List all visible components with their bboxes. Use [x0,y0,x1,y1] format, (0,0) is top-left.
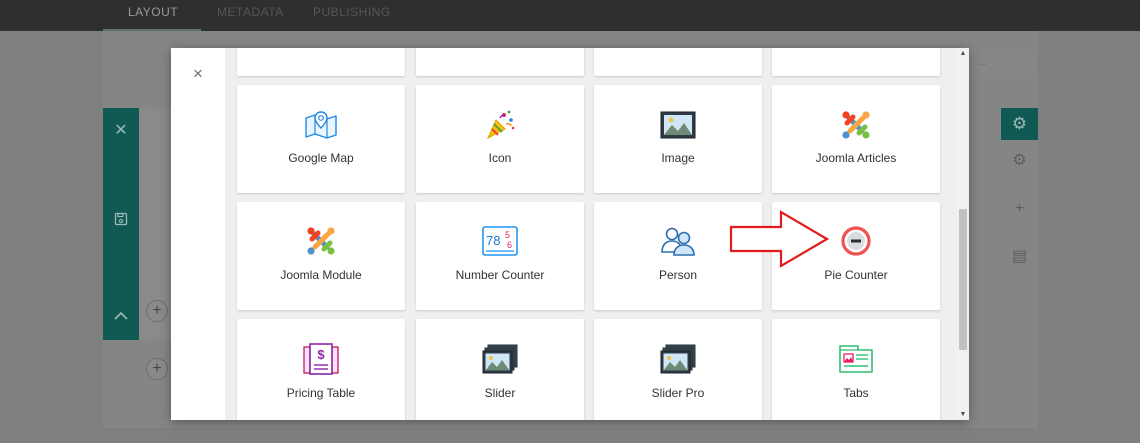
pricing-table-icon: $ [237,341,405,377]
counter-digits-c: 6 [507,240,512,250]
addon-card-number-counter[interactable]: 78 5 6 Number Counter [416,202,584,310]
addon-label: Google Map [288,151,354,165]
tab-publishing[interactable]: PUBLISHING [313,5,391,19]
addon-label: Tabs [843,386,869,400]
addon-label: Image [661,151,695,165]
joomla-icon [772,107,940,143]
plus-icon[interactable]: + [1001,200,1038,218]
section-toolbar: ✕ [103,108,139,340]
google-map-icon [237,107,405,143]
close-icon[interactable]: ✕ [103,120,139,140]
addon-card-google-map[interactable]: Google Map [237,85,405,193]
addon-label: Number Counter [455,268,545,282]
addon-card-joomla-articles[interactable]: Joomla Articles [772,85,940,193]
addon-card-partial[interactable] [772,48,940,76]
joomla-icon [237,223,405,259]
addon-label: Slider [484,386,516,400]
number-counter-icon: 78 5 6 [416,223,584,259]
addon-card-joomla-module[interactable]: Joomla Module [237,202,405,310]
counter-digits-a: 78 [486,233,500,248]
party-popper-icon [416,107,584,143]
image-icon [594,107,762,143]
addon-card-partial[interactable] [237,48,405,76]
tab-metadata[interactable]: METADATA [217,5,284,19]
addon-card-partial[interactable] [416,48,584,76]
addon-card-pricing-table[interactable]: $ Pricing Table [237,319,405,420]
addon-grid: Google Map Icon Image Joomla Articles Jo… [225,48,957,420]
addon-card-image[interactable]: Image [594,85,762,193]
counter-digits-b: 5 [505,230,510,240]
top-tab-bar: LAYOUT METADATA PUBLISHING [0,0,1140,31]
background-control: → [968,50,1038,76]
tab-layout[interactable]: LAYOUT [128,5,178,19]
modal-scrollbar[interactable]: ▲ ▼ [957,48,969,420]
addon-card-slider-pro[interactable]: Slider Pro [594,319,762,420]
gear-icon[interactable]: ⚙ [1001,150,1038,170]
chevron-up-icon[interactable] [103,308,139,326]
addon-label: Pricing Table [286,386,356,400]
addon-label: Icon [488,151,512,165]
slider-icon [416,341,584,377]
addon-label: Slider Pro [651,386,705,400]
addon-card-tabs[interactable]: Tabs [772,319,940,420]
scrollbar-thumb[interactable] [959,209,967,350]
scroll-down-arrow[interactable]: ▼ [957,411,969,418]
addon-card-partial[interactable] [594,48,762,76]
scroll-up-arrow[interactable]: ▲ [957,50,969,57]
row-options: ⚙ + ▤ [1001,140,1038,340]
annotation-arrow-icon [729,209,831,274]
addon-label: Joomla Articles [815,151,897,165]
svg-text:$: $ [317,347,325,362]
gear-icon[interactable]: ⚙ [1001,108,1038,140]
addon-label: Joomla Module [280,268,362,282]
add-section-button[interactable]: + [146,358,168,380]
layout-icon[interactable]: ▤ [1001,246,1038,266]
addon-card-icon[interactable]: Icon [416,85,584,193]
close-icon[interactable]: × [188,64,208,84]
addon-card-slider[interactable]: Slider [416,319,584,420]
addons-modal: × Google Map Icon Image Joomla Articles … [171,48,969,420]
slider-pro-icon [594,341,762,377]
add-row-button[interactable]: + [146,300,168,322]
save-icon[interactable] [103,212,139,231]
tabs-icon [772,341,940,377]
